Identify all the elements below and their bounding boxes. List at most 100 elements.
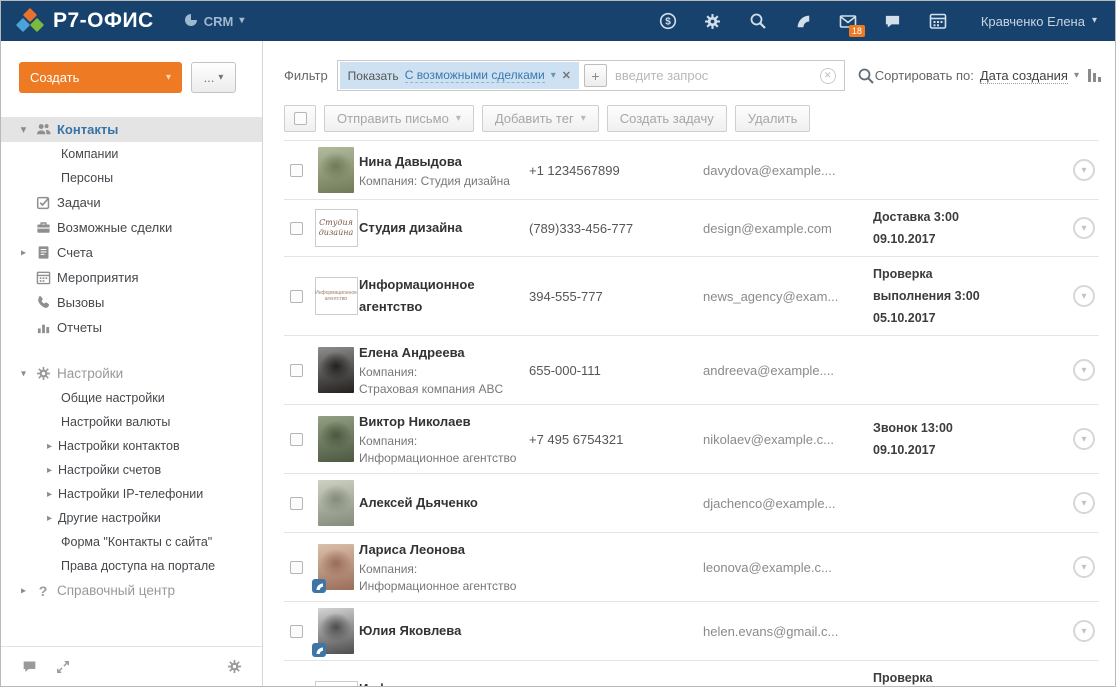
row-menu-button[interactable]: ▾ [1073, 492, 1095, 514]
row-menu-button[interactable]: ▾ [1073, 620, 1095, 642]
sidebar-item[interactable]: Вызовы [1, 290, 262, 315]
contact-row[interactable]: Лариса ЛеоноваКомпания:Информационное аг… [284, 533, 1099, 602]
contact-email[interactable]: design@example.com [703, 221, 873, 236]
search-icon[interactable] [749, 12, 767, 30]
toolbar-button[interactable]: Отправить письмо▾ [324, 105, 474, 132]
row-menu-button[interactable]: ▾ [1073, 217, 1095, 239]
sidebar-item[interactable]: Права доступа на портале [1, 554, 262, 578]
sidebar-item[interactable]: Задачи [1, 190, 262, 215]
contact-row[interactable]: Елена АндрееваКомпания:Страховая компани… [284, 336, 1099, 405]
clear-search-icon[interactable]: ✕ [820, 68, 836, 84]
chevron-right-icon[interactable]: ▸ [21, 585, 26, 596]
chevron-right-icon[interactable]: ▸ [21, 247, 26, 258]
chevron-right-icon[interactable]: ▸ [47, 441, 52, 452]
filter-box[interactable]: Показать С возможными сделками ▾ ✕ + ✕ [337, 60, 845, 91]
toolbar-button[interactable]: Создать задачу [607, 105, 727, 132]
select-all-button[interactable] [284, 105, 316, 132]
sidebar-item[interactable]: ▸Счета [1, 240, 262, 265]
calendar-icon[interactable] [929, 12, 947, 30]
contact-name[interactable]: Информационное агентство [359, 678, 521, 686]
toolbar-button[interactable]: Удалить [735, 105, 811, 132]
talk-icon[interactable] [21, 659, 37, 675]
gear-icon[interactable] [226, 659, 242, 675]
dollar-icon[interactable]: $ [659, 12, 677, 30]
chevron-down-icon[interactable]: ▾ [1074, 70, 1079, 81]
toolbar-button[interactable]: Добавить тег▾ [482, 105, 599, 132]
contact-name[interactable]: Елена Андреева [359, 342, 521, 364]
add-filter-button[interactable]: + [584, 64, 607, 87]
chevron-right-icon[interactable]: ▸ [47, 465, 52, 476]
row-checkbox[interactable] [290, 222, 303, 235]
contact-email[interactable]: helen.evans@gmail.c... [703, 624, 873, 639]
chevron-down-icon[interactable]: ▾ [21, 124, 26, 135]
sidebar-item[interactable]: Общие настройки [1, 386, 262, 410]
row-checkbox[interactable] [290, 164, 303, 177]
contact-name[interactable]: Информационное агентство [359, 274, 521, 318]
sidebar-item[interactable]: ▾Настройки [1, 361, 262, 386]
sidebar-item[interactable]: Форма "Контакты с сайта" [1, 530, 262, 554]
sidebar-item[interactable]: Персоны [1, 166, 262, 190]
sidebar-item[interactable]: ▸Настройки контактов [1, 434, 262, 458]
row-menu-button[interactable]: ▾ [1073, 159, 1095, 181]
contact-name[interactable]: Виктор Николаев [359, 411, 521, 433]
sidebar-item[interactable]: Компании [1, 142, 262, 166]
sidebar-item[interactable]: Отчеты [1, 315, 262, 340]
contact-name[interactable]: Алексей Дьяченко [359, 492, 521, 514]
row-menu-button[interactable]: ▾ [1073, 285, 1095, 307]
row-checkbox[interactable] [290, 364, 303, 377]
more-actions-button[interactable]: ... ▾ [191, 62, 236, 93]
app-logo[interactable]: Р7-ОФИС [17, 8, 154, 34]
row-menu-button[interactable]: ▾ [1073, 428, 1095, 450]
mail-icon[interactable]: 18 [839, 12, 857, 30]
feed-icon[interactable] [794, 12, 812, 30]
sort-order-icon[interactable] [1088, 69, 1101, 82]
contact-email[interactable]: nikolaev@example.c... [703, 432, 873, 447]
contact-email[interactable]: andreeva@example.... [703, 363, 873, 378]
contact-name[interactable]: Юлия Яковлева [359, 620, 521, 642]
contact-row[interactable]: Алексей Дьяченко djachenco@example... ▾ [284, 474, 1099, 533]
select-all-checkbox[interactable] [294, 112, 307, 125]
sidebar-item[interactable]: ▾Контакты [1, 117, 262, 142]
user-menu[interactable]: Кравченко Елена ▾ [981, 14, 1097, 29]
sidebar-item[interactable]: ▸Другие настройки [1, 506, 262, 530]
contact-row[interactable]: СтудиядизайнаСтудия дизайна(789)333-456-… [284, 200, 1099, 257]
row-checkbox[interactable] [290, 290, 303, 303]
contact-email[interactable]: djachenco@example... [703, 496, 873, 511]
create-button[interactable]: Создать ▾ [19, 62, 182, 93]
search-input[interactable] [615, 68, 820, 83]
row-checkbox[interactable] [290, 561, 303, 574]
contact-name[interactable]: Нина Давыдова [359, 151, 521, 173]
contact-email[interactable]: news_agency@exam... [703, 289, 873, 304]
sidebar-item[interactable]: Возможные сделки [1, 215, 262, 240]
contact-email[interactable]: leonova@example.c... [703, 560, 873, 575]
chevron-down-icon[interactable]: ▾ [21, 368, 26, 379]
contact-row[interactable]: ИнформационноеагентствоИнформационное аг… [284, 661, 1099, 686]
row-menu-button[interactable]: ▾ [1073, 556, 1095, 578]
product-selector[interactable]: CRM ▾ [184, 13, 245, 30]
row-checkbox[interactable] [290, 433, 303, 446]
contact-name[interactable]: Студия дизайна [359, 217, 521, 239]
contact-row[interactable]: Юлия Яковлева helen.evans@gmail.c... ▾ [284, 602, 1099, 661]
contact-row[interactable]: Виктор НиколаевКомпания:Информационное а… [284, 405, 1099, 474]
sidebar-item[interactable]: ▸?Справочный центр [1, 578, 262, 603]
row-menu-button[interactable]: ▾ [1073, 359, 1095, 381]
search-icon[interactable] [857, 67, 875, 85]
row-checkbox[interactable] [290, 497, 303, 510]
contact-name[interactable]: Лариса Леонова [359, 539, 521, 561]
chip-remove-icon[interactable]: ✕ [562, 69, 571, 82]
expand-icon[interactable] [55, 659, 71, 675]
chip-value[interactable]: С возможными сделками [405, 68, 545, 83]
chevron-right-icon[interactable]: ▸ [47, 513, 52, 524]
sidebar-item[interactable]: ▸Настройки счетов [1, 458, 262, 482]
contact-row[interactable]: Нина ДавыдоваКомпания: Студия дизайна+1 … [284, 141, 1099, 200]
sidebar-item[interactable]: Мероприятия [1, 265, 262, 290]
sort-value[interactable]: Дата создания [980, 68, 1068, 84]
row-checkbox[interactable] [290, 625, 303, 638]
filter-chip[interactable]: Показать С возможными сделками ▾ ✕ [340, 62, 579, 89]
sidebar-item[interactable]: Настройки валюты [1, 410, 262, 434]
chevron-down-icon[interactable]: ▾ [551, 71, 556, 81]
chevron-right-icon[interactable]: ▸ [47, 489, 52, 500]
talk-icon[interactable] [884, 12, 902, 30]
sidebar-item[interactable]: ▸Настройки IP-телефонии [1, 482, 262, 506]
contact-row[interactable]: ИнформационноеагентствоИнформационное аг… [284, 257, 1099, 336]
